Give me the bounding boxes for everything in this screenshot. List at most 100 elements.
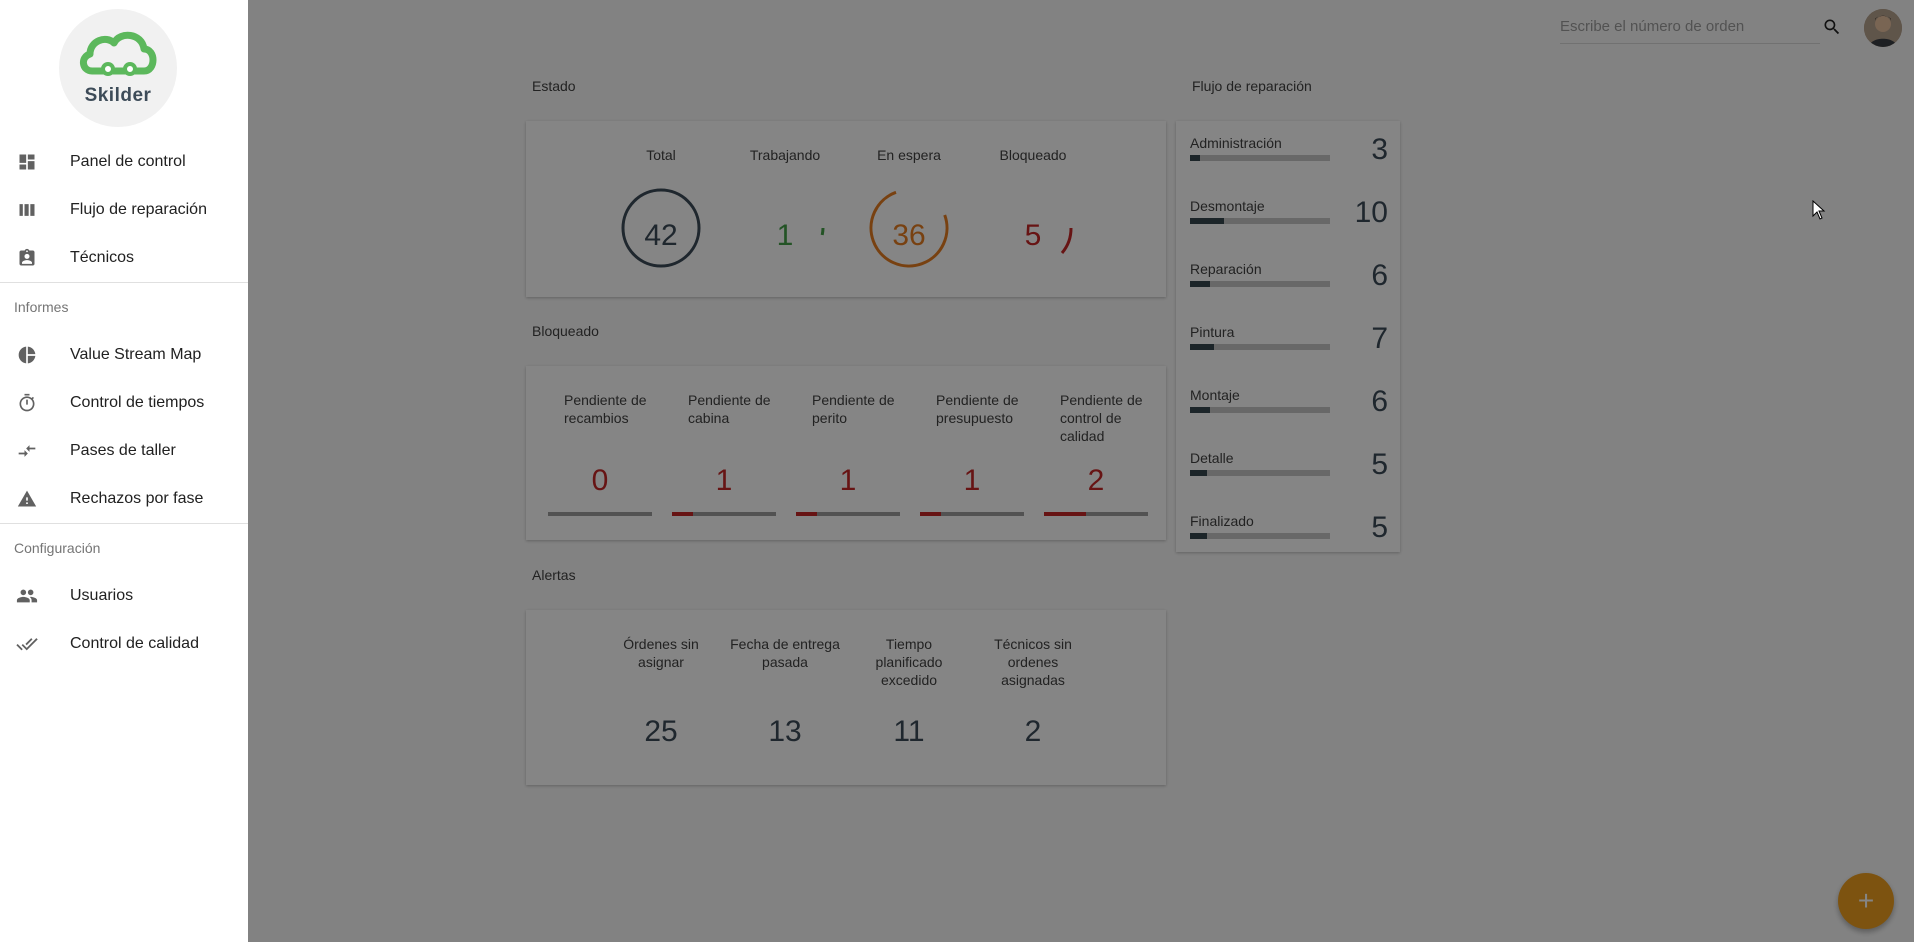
nav-item-usuarios[interactable]: Usuarios <box>0 572 248 620</box>
flow-bar <box>1190 344 1330 350</box>
nav-item-control-de-tiempos[interactable]: Control de tiempos <box>0 379 248 427</box>
nav-item-control-de-calidad[interactable]: Control de calidad <box>0 620 248 668</box>
block-fill <box>920 512 941 516</box>
block-value-calidad: 2 <box>1087 464 1105 497</box>
flujo-card: Administración 3 Desmontaje 10 Reparació… <box>1176 121 1400 552</box>
bloqueado-title: Bloqueado <box>532 323 599 339</box>
done-all-icon <box>16 633 38 655</box>
flow-bar <box>1190 407 1330 413</box>
block-bar-calidad <box>1044 512 1148 516</box>
flow-row-reparacion[interactable]: Reparación 6 <box>1176 247 1400 310</box>
stat-trabajando: Trabajando <box>730 146 840 164</box>
nav-item-value-stream-map[interactable]: Value Stream Map <box>0 331 248 379</box>
alert-fecha-entrega-pasada: Fecha de entrega pasada <box>730 635 840 671</box>
nav-item-flujo-de-reparacion[interactable]: Flujo de reparación <box>0 186 248 234</box>
flow-row-pintura[interactable]: Pintura 7 <box>1176 310 1400 373</box>
estado-card: Total 42 Trabajando 1 En espera 36 Bloqu… <box>526 121 1166 297</box>
stat-label: Total <box>646 147 676 163</box>
stat-label: Técnicos sin ordenes asignadas <box>994 636 1072 688</box>
flow-label: Finalizado <box>1190 513 1254 529</box>
flow-label: Montaje <box>1190 387 1240 403</box>
flow-fill <box>1190 470 1207 476</box>
search-icon[interactable] <box>1822 17 1842 42</box>
block-bar-perito <box>796 512 900 516</box>
alert-value: 11 <box>893 715 925 748</box>
stat-trabajando-value: 1 <box>776 219 794 252</box>
cloud-car-icon <box>80 31 157 76</box>
section-configuracion: Configuración <box>14 540 101 556</box>
main-content: Escribe el número de orden Estado Total … <box>248 0 1914 942</box>
stat-en-espera-value: 36 <box>892 219 926 252</box>
block-label-calidad: Pendiente de control de calidad <box>1060 392 1143 444</box>
flow-value: 6 <box>1371 385 1388 418</box>
alert-value: 25 <box>644 715 678 748</box>
alert-value: 2 <box>1024 715 1042 748</box>
stat-label: En espera <box>877 147 941 163</box>
nav-label: Control de tiempos <box>70 394 205 411</box>
alert-value: 13 <box>768 715 802 748</box>
estado-title: Estado <box>532 78 576 94</box>
search-input[interactable]: Escribe el número de orden <box>1560 14 1820 44</box>
block-label-cabina: Pendiente de cabina <box>688 392 771 426</box>
stat-bloqueado: Bloqueado <box>978 146 1088 164</box>
flow-value: 6 <box>1371 259 1388 292</box>
stat-total-value: 42 <box>644 219 678 252</box>
people-icon <box>16 585 38 607</box>
warning-icon <box>16 488 38 510</box>
stat-label: Fecha de entrega pasada <box>730 636 840 670</box>
block-bar-cabina <box>672 512 776 516</box>
flow-bar <box>1190 218 1330 224</box>
stat-en-espera: En espera <box>854 146 964 164</box>
avatar[interactable] <box>1864 9 1902 47</box>
nav-label: Técnicos <box>70 249 135 266</box>
flow-row-finalizado[interactable]: Finalizado 5 <box>1176 499 1400 562</box>
flow-bar <box>1190 155 1330 161</box>
add-button[interactable]: + <box>1838 873 1894 929</box>
nav-item-tecnicos[interactable]: Técnicos <box>0 234 248 282</box>
nav-label: Panel de control <box>70 153 186 170</box>
nav-item-panel-de-control[interactable]: Panel de control <box>0 138 248 186</box>
flow-bar <box>1190 281 1330 287</box>
flow-fill <box>1190 533 1207 539</box>
pie-chart-icon <box>16 344 38 366</box>
flow-row-montaje[interactable]: Montaje 6 <box>1176 373 1400 436</box>
stat-total: Total <box>606 146 716 164</box>
flow-value: 10 <box>1354 196 1388 229</box>
stat-label: Tiempo planificado excedido <box>875 636 943 688</box>
flow-fill <box>1190 218 1224 224</box>
alert-tiempo-planificado: Tiempo planificado excedido <box>854 635 964 689</box>
block-fill <box>1044 512 1086 516</box>
nav-item-rechazos-por-fase[interactable]: Rechazos por fase <box>0 475 248 523</box>
flow-fill <box>1190 281 1210 287</box>
main-nav: Panel de control Flujo de reparación Téc… <box>0 138 248 668</box>
nav-label: Pases de taller <box>70 442 176 459</box>
flow-fill <box>1190 407 1210 413</box>
stat-label: Bloqueado <box>999 147 1067 163</box>
block-label-presupuesto: Pendiente de presupuesto <box>936 392 1019 426</box>
flow-fill <box>1190 155 1200 161</box>
flow-value: 7 <box>1371 322 1388 355</box>
flow-row-administracion[interactable]: Administración 3 <box>1176 121 1400 184</box>
alertas-card: Órdenes sin asignar 25 Fecha de entrega … <box>526 610 1166 785</box>
nav-item-pases-de-taller[interactable]: Pases de taller <box>0 427 248 475</box>
dashboard-icon <box>16 151 38 173</box>
columns-icon <box>16 199 38 221</box>
flow-row-desmontaje[interactable]: Desmontaje 10 <box>1176 184 1400 247</box>
section-informes: Informes <box>14 299 69 315</box>
block-value-recambios: 0 <box>591 464 609 497</box>
nav-label: Value Stream Map <box>70 346 202 363</box>
flow-value: 5 <box>1371 448 1388 481</box>
brand-name: Skilder <box>84 85 152 106</box>
timer-icon <box>16 392 38 414</box>
flow-bar <box>1190 533 1330 539</box>
block-value-perito: 1 <box>839 464 857 497</box>
flow-label: Pintura <box>1190 324 1235 340</box>
flow-row-detalle[interactable]: Detalle 5 <box>1176 436 1400 499</box>
nav-label: Rechazos por fase <box>70 490 204 507</box>
sidebar: Skilder Panel de control Flujo de repara… <box>0 0 248 942</box>
nav-label: Control de calidad <box>70 635 199 652</box>
flow-label: Detalle <box>1190 450 1234 466</box>
stat-label: Órdenes sin asignar <box>623 636 699 670</box>
nav-label: Usuarios <box>70 587 134 604</box>
block-fill <box>796 512 817 516</box>
